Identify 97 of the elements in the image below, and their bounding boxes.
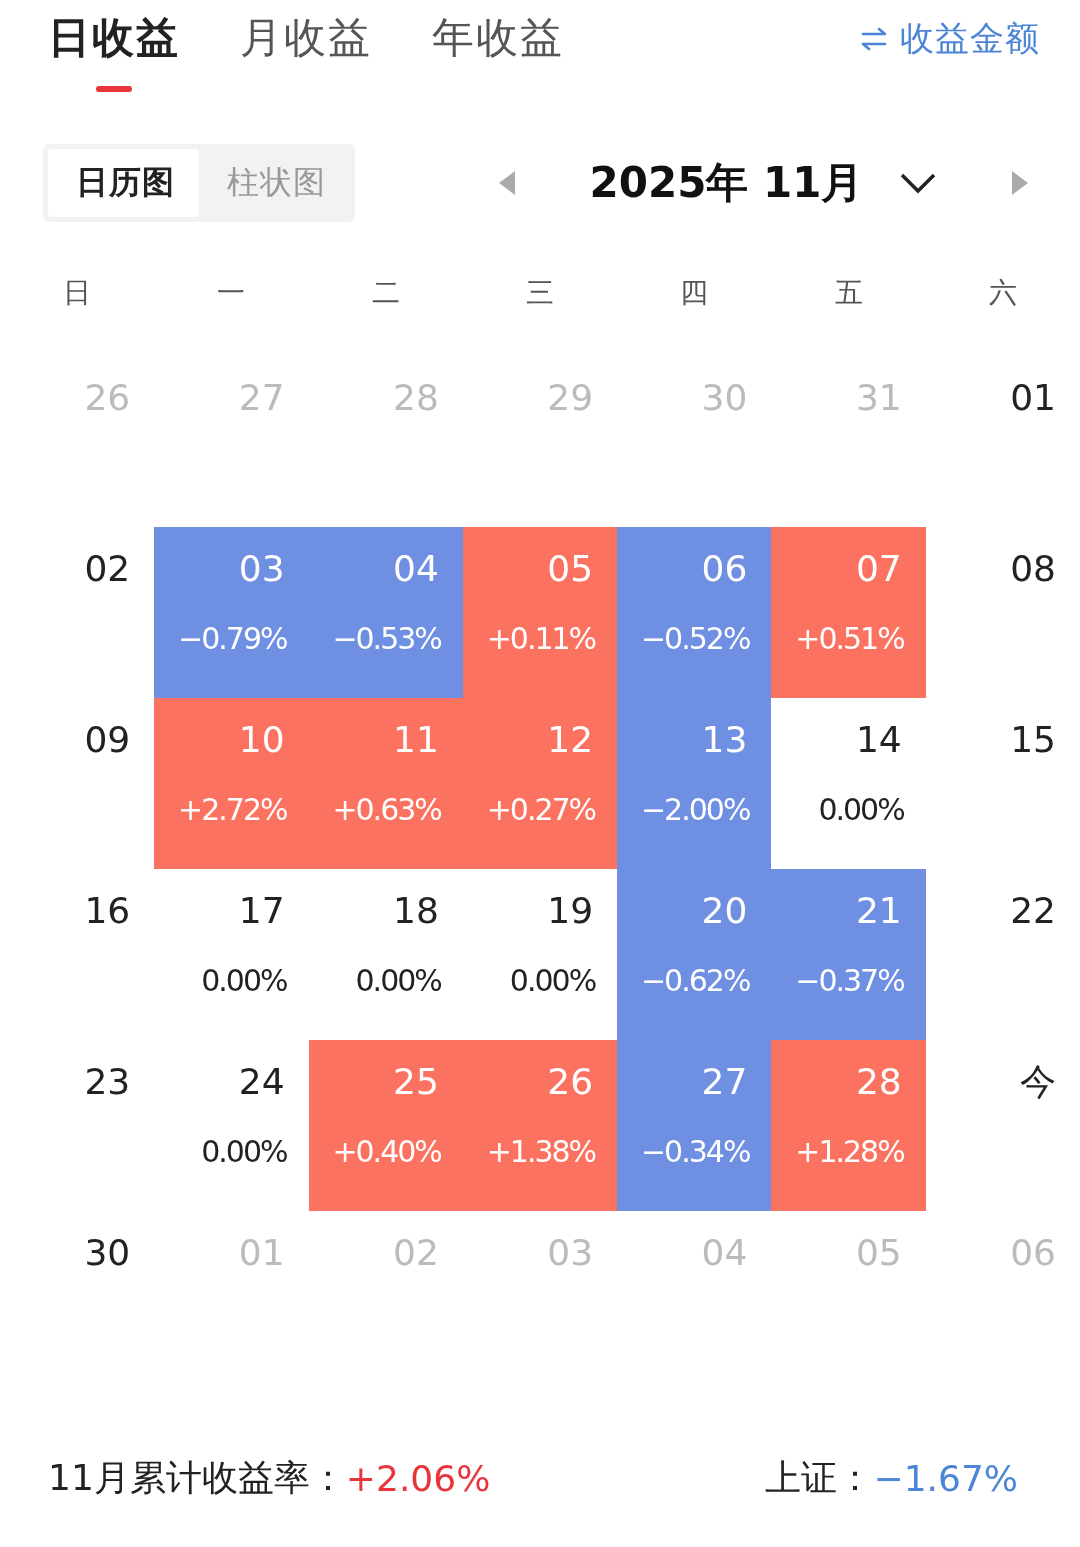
day-number: 24	[238, 1060, 285, 1104]
period-tab[interactable]: 日收益	[48, 10, 180, 96]
day-number: 07	[855, 547, 902, 591]
day-number: 01	[238, 1231, 285, 1275]
day-number: 11	[393, 718, 439, 762]
benchmark-label: 上证：	[765, 1456, 874, 1500]
day-number: 04	[393, 547, 439, 591]
daily-return: +0.27%	[486, 791, 596, 829]
day-return-cell[interactable]: 13 −2.00%	[617, 698, 772, 869]
daily-return: +2.72%	[178, 791, 287, 829]
daily-return: 0.00%	[201, 1133, 287, 1171]
day-number: 10	[238, 718, 285, 762]
day-number: 22	[1010, 889, 1056, 933]
day-return-cell[interactable]: 25 +0.40%	[308, 1040, 463, 1211]
day-number: 03	[238, 547, 285, 591]
day-return-cell[interactable]: 05 +0.11%	[462, 527, 618, 698]
day-number: 06	[1010, 1231, 1056, 1275]
weekday-label: 五	[834, 275, 863, 311]
weekday-label: 一	[217, 275, 246, 311]
daily-return: 0.00%	[201, 962, 287, 1000]
day-number: 20	[701, 889, 748, 933]
day-number: 13	[701, 718, 748, 762]
daily-return: 0.00%	[509, 962, 596, 1000]
day-number: 29	[547, 376, 594, 420]
day-number: 27	[238, 376, 285, 420]
day-return-cell[interactable]: 03 −0.79%	[154, 527, 309, 698]
day-number: 23	[84, 1060, 131, 1104]
daily-return: +0.11%	[486, 620, 596, 658]
day-return-cell[interactable]: 28 +1.28%	[771, 1040, 926, 1211]
daily-return: 0.00%	[818, 791, 904, 829]
daily-return: +0.40%	[332, 1133, 441, 1171]
daily-return: +0.63%	[332, 791, 441, 829]
day-number: 19	[547, 889, 594, 933]
day-number: 08	[1010, 547, 1056, 591]
day-number: 14	[855, 718, 902, 762]
day-number: 18	[393, 889, 439, 933]
weekday-label: 日	[63, 275, 92, 311]
view-toggle-option[interactable]: 日历图	[48, 148, 199, 217]
day-number: 28	[393, 376, 439, 420]
daily-return: −0.53%	[332, 620, 441, 658]
day-number: 05	[855, 1231, 902, 1275]
daily-return: −0.79%	[178, 620, 287, 658]
day-number: 27	[701, 1060, 748, 1104]
day-number: 今	[1020, 1060, 1056, 1104]
cumulative-return-label: 11月累计收益率：	[48, 1456, 346, 1500]
daily-return: 0.00%	[355, 962, 441, 1000]
cumulative-return-value: +2.06%	[345, 1458, 491, 1499]
period-tab[interactable]: 月收益	[240, 10, 372, 96]
active-tab-indicator	[96, 86, 132, 92]
daily-return: −0.37%	[795, 962, 904, 1000]
day-number: 28	[855, 1060, 902, 1104]
period-tab[interactable]: 年收益	[432, 10, 564, 96]
day-number: 04	[701, 1231, 748, 1275]
daily-return: −0.52%	[640, 620, 750, 658]
day-number: 12	[547, 718, 594, 762]
daily-return: −2.00%	[640, 791, 750, 829]
daily-return: +1.28%	[795, 1133, 904, 1171]
daily-return: −0.34%	[640, 1133, 750, 1171]
day-return-cell[interactable]: 04 −0.53%	[308, 527, 463, 698]
day-number: 02	[84, 547, 131, 591]
daily-return: +0.51%	[795, 620, 904, 658]
swap-arrows-icon	[860, 26, 888, 52]
switch-link[interactable]: 收益金额	[860, 10, 1040, 68]
day-return-cell[interactable]: 20 −0.62%	[617, 869, 772, 1040]
day-number: 05	[547, 547, 594, 591]
day-number: 26	[547, 1060, 594, 1104]
daily-return: +1.38%	[486, 1133, 596, 1171]
day-return-cell[interactable]: 27 −0.34%	[617, 1040, 772, 1211]
day-number: 02	[393, 1231, 439, 1275]
day-return-cell[interactable]: 12 +0.27%	[462, 698, 618, 869]
day-number: 26	[84, 376, 131, 420]
day-number: 01	[1010, 376, 1056, 420]
weekday-label: 二	[371, 275, 400, 311]
day-return-cell[interactable]: 26 +1.38%	[462, 1040, 618, 1211]
day-number: 30	[84, 1231, 131, 1275]
day-number: 25	[393, 1060, 439, 1104]
day-return-cell[interactable]: 21 −0.37%	[771, 869, 926, 1040]
day-number: 16	[84, 889, 131, 933]
day-number: 17	[238, 889, 285, 933]
view-toggle-option[interactable]: 柱状图	[199, 148, 350, 217]
day-number: 31	[855, 376, 902, 420]
weekday-label: 三	[526, 275, 554, 311]
day-number: 09	[84, 718, 131, 762]
day-number: 06	[701, 547, 748, 591]
benchmark-value: −1.67%	[873, 1458, 1018, 1499]
weekday-label: 四	[680, 275, 709, 311]
weekday-label: 六	[988, 275, 1017, 311]
month-picker[interactable]: 2025年 11月	[589, 154, 938, 211]
daily-return: −0.62%	[640, 962, 750, 1000]
day-number: 03	[547, 1231, 594, 1275]
day-return-cell[interactable]: 07 +0.51%	[771, 527, 926, 698]
day-return-cell[interactable]: 10 +2.72%	[154, 698, 309, 869]
day-number: 30	[701, 376, 748, 420]
day-number: 15	[1010, 718, 1056, 762]
day-return-cell[interactable]: 06 −0.52%	[617, 527, 772, 698]
day-number: 21	[855, 889, 902, 933]
day-return-cell[interactable]: 11 +0.63%	[308, 698, 463, 869]
